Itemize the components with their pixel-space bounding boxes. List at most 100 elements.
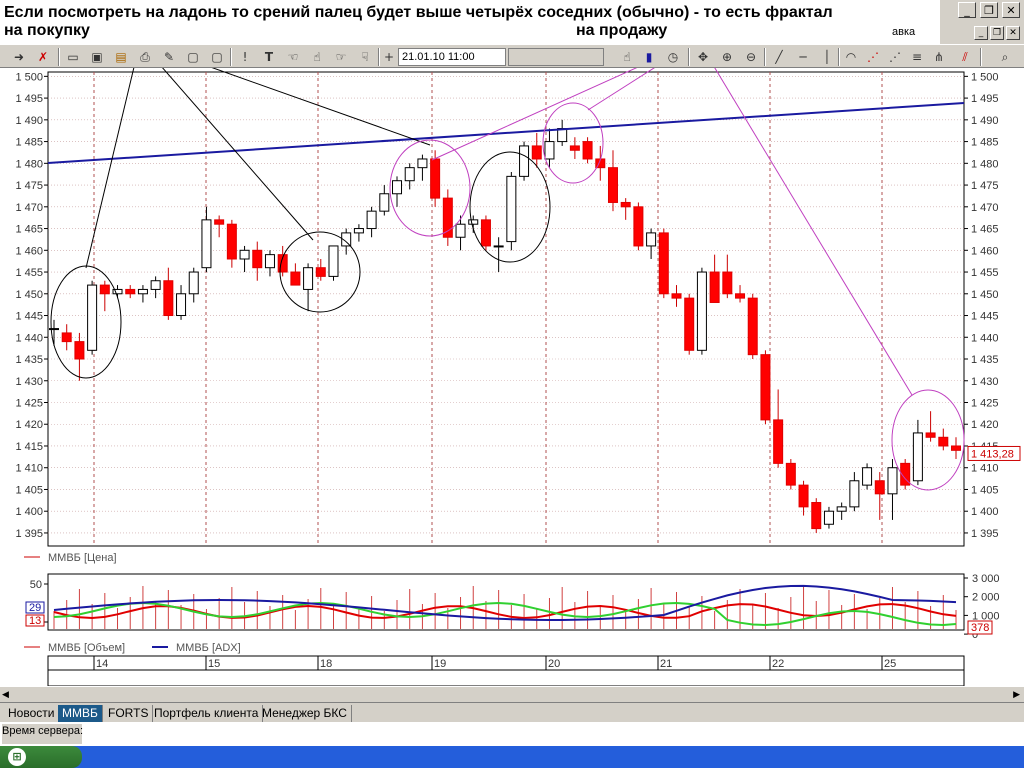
date-axis-frame bbox=[47, 655, 965, 671]
price-tick-label: 1 455 bbox=[15, 267, 43, 279]
candle-body bbox=[455, 223, 466, 238]
price-tick-label: 1 470 bbox=[971, 202, 999, 214]
delete-objects-icon[interactable]: ✗ bbox=[34, 48, 52, 66]
scroll-left-icon[interactable]: ◀ bbox=[2, 689, 9, 700]
candle-body bbox=[696, 271, 707, 351]
candle-body bbox=[658, 232, 669, 295]
price-tick-label: 1 415 bbox=[15, 441, 43, 453]
zoom-out-icon[interactable]: ⊖ bbox=[742, 48, 760, 66]
channel-tool-icon[interactable]: ≡ bbox=[908, 48, 926, 66]
mdi-controls: авка _ ❐ ✕ bbox=[892, 22, 1024, 44]
hand-tool-2-icon[interactable]: ☝ bbox=[308, 48, 326, 66]
tab-news[interactable]: Новости bbox=[4, 705, 60, 722]
hline-tool-icon[interactable]: ─ bbox=[794, 48, 812, 66]
date-label: 14 bbox=[96, 658, 108, 670]
indicator-window-icon[interactable]: ▣ bbox=[88, 48, 106, 66]
menu-item-partial[interactable]: авка bbox=[892, 26, 915, 38]
indicator-panel: 5003 0002 0001 00002913378 bbox=[25, 573, 1000, 641]
candle-body bbox=[785, 462, 796, 486]
pitchfork-icon[interactable]: ⋔ bbox=[930, 48, 948, 66]
horizontal-scrollbar[interactable]: ◀ ▶ bbox=[0, 686, 1024, 702]
mdi-minimize-button[interactable]: _ bbox=[974, 26, 988, 40]
legend-adx: ММВБ [ADX] bbox=[176, 642, 241, 654]
tab-portfolio[interactable]: Портфель клиента bbox=[150, 705, 264, 722]
table-icon[interactable]: ▤ bbox=[112, 48, 130, 66]
volume-value-label: 378 bbox=[971, 622, 989, 634]
edit-icon[interactable]: ✎ bbox=[160, 48, 178, 66]
crosshair-icon[interactable]: + bbox=[380, 48, 398, 66]
print-icon[interactable]: ⎙ bbox=[136, 48, 154, 66]
minimize-window-button[interactable]: _ bbox=[958, 2, 976, 18]
start-button[interactable]: ⊞ bbox=[0, 746, 82, 768]
candle-body bbox=[569, 145, 580, 151]
line-tool-icon[interactable]: ╱ bbox=[770, 48, 788, 66]
candle-body bbox=[684, 297, 695, 351]
tab-mmvb[interactable]: ММВБ bbox=[58, 705, 103, 722]
datetime-field[interactable]: 21.01.10 11:00 bbox=[398, 48, 506, 66]
annotation-sell: на продажу bbox=[576, 22, 668, 39]
tab-bks-manager[interactable]: Менеджер БКС bbox=[258, 705, 352, 722]
fibo-fan-icon[interactable]: ⋰ bbox=[886, 48, 904, 66]
clock-icon[interactable]: ◷ bbox=[664, 48, 682, 66]
alert-icon[interactable]: ! bbox=[236, 48, 254, 66]
price-tick-label: 1 440 bbox=[15, 332, 43, 344]
chart-window-icon[interactable]: ▭ bbox=[64, 48, 82, 66]
tab-bar: Новости ММВБ FORTS Портфель клиента Мене… bbox=[0, 702, 1024, 722]
current-price-label: 1 413,28 bbox=[971, 448, 1014, 460]
arc-tool-icon[interactable]: ◠ bbox=[842, 48, 860, 66]
mdi-close-button[interactable]: ✕ bbox=[1006, 26, 1020, 40]
copy-icon[interactable]: ▢ bbox=[208, 48, 226, 66]
move-icon[interactable]: ✥ bbox=[694, 48, 712, 66]
price-tick-label: 1 400 bbox=[15, 506, 43, 518]
search-icon[interactable]: ⌕ bbox=[996, 48, 1014, 66]
vline-tool-icon[interactable]: │ bbox=[818, 48, 836, 66]
price-tick-label: 1 410 bbox=[971, 463, 999, 475]
candle-body bbox=[239, 249, 250, 260]
candle-body bbox=[290, 271, 301, 286]
arrow-tool-icon[interactable]: ➜ bbox=[10, 48, 28, 66]
candle-body bbox=[315, 267, 326, 277]
hand-scroll-icon[interactable]: ☝ bbox=[618, 48, 636, 66]
save-icon[interactable]: ▢ bbox=[184, 48, 202, 66]
price-tick-label: 1 480 bbox=[15, 158, 43, 170]
price-tick-label: 1 420 bbox=[15, 419, 43, 431]
date-label: 22 bbox=[772, 658, 784, 670]
status-bar: Время сервера: bbox=[0, 722, 1024, 746]
indicator-left-label: 50 bbox=[30, 579, 42, 591]
parallel-lines-icon[interactable]: ⫽ bbox=[956, 48, 974, 66]
price-tick-label: 1 475 bbox=[15, 180, 43, 192]
chart-area[interactable]: 1 500 1 495 1 490 1 485 1 480 1 475 1 470 1 465… bbox=[0, 68, 1024, 686]
restore-window-button[interactable]: ❐ bbox=[980, 2, 998, 18]
close-window-button[interactable]: ✕ bbox=[1002, 2, 1020, 18]
zoom-in-icon[interactable]: ⊕ bbox=[718, 48, 736, 66]
hand-tool-4-icon[interactable]: ☟ bbox=[356, 48, 374, 66]
bar-chart-icon[interactable]: ▮ bbox=[640, 48, 658, 66]
candle-body bbox=[87, 284, 98, 351]
candle-body bbox=[938, 436, 949, 447]
fan-tool-icon[interactable]: ⋰ bbox=[864, 48, 882, 66]
tab-forts[interactable]: FORTS bbox=[104, 705, 154, 722]
candle-body bbox=[887, 467, 898, 495]
annotation-fractal-text: Если посмотреть на ладонь то срений пале… bbox=[4, 4, 833, 21]
candle-body bbox=[61, 332, 72, 343]
price-tick-label: 1 430 bbox=[15, 376, 43, 388]
text-tool-icon[interactable]: T bbox=[260, 48, 278, 66]
scroll-right-icon[interactable]: ▶ bbox=[1013, 689, 1020, 700]
indicator-frame bbox=[47, 573, 965, 631]
indicator-right-label: 2 000 bbox=[972, 592, 1000, 604]
price-tick-label: 1 475 bbox=[971, 180, 999, 192]
candle-body bbox=[912, 432, 923, 482]
hand-tool-icon[interactable]: ☜ bbox=[284, 48, 302, 66]
candle-body bbox=[646, 232, 657, 247]
server-time-label: Время сервера: bbox=[2, 725, 84, 737]
hand-tool-3-icon[interactable]: ☞ bbox=[332, 48, 350, 66]
price-tick-label: 1 500 bbox=[15, 71, 43, 83]
windows-logo-icon: ⊞ bbox=[8, 748, 26, 766]
price-tick-label: 1 435 bbox=[15, 354, 43, 366]
candle-body bbox=[862, 467, 873, 486]
candle-body bbox=[709, 271, 720, 303]
mdi-restore-button[interactable]: ❐ bbox=[990, 26, 1004, 40]
datetime-field-2[interactable] bbox=[508, 48, 604, 66]
candle-body bbox=[366, 210, 377, 230]
price-tick-label: 1 470 bbox=[15, 202, 43, 214]
